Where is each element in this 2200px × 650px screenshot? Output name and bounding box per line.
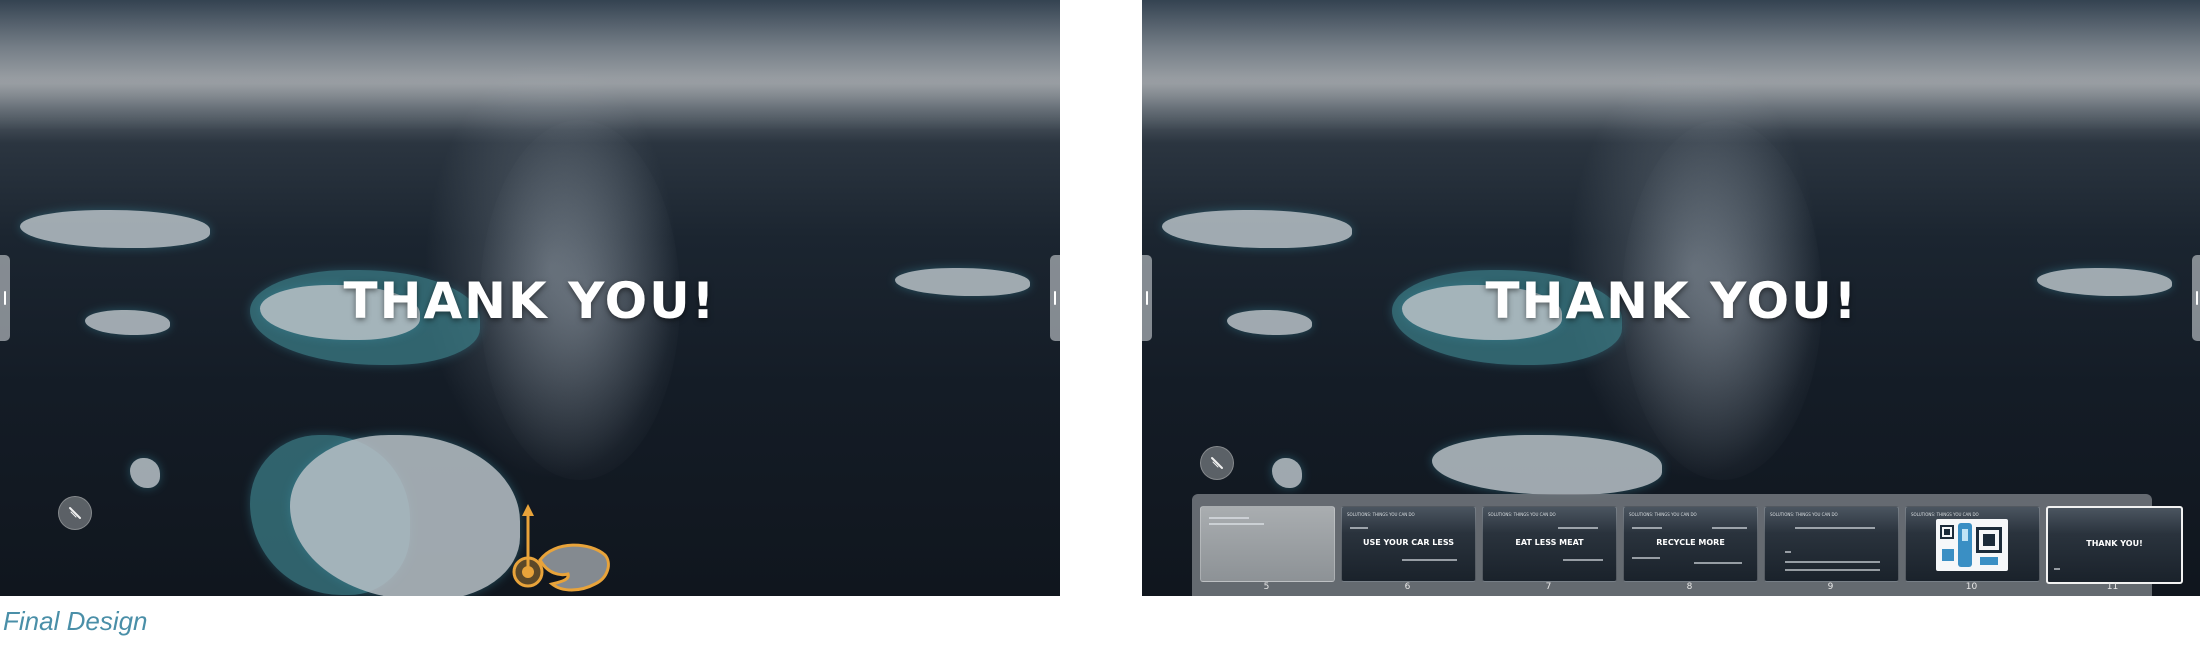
thumbnail-title: USE YOUR CAR LESS — [1363, 538, 1454, 547]
iceberg — [1432, 435, 1662, 495]
slide-number: 6 — [1404, 582, 1411, 592]
thumbnail-title: RECYCLE MORE — [1656, 538, 1725, 547]
left-side-handle[interactable] — [0, 255, 10, 341]
pen-tool-button[interactable] — [1200, 446, 1234, 480]
pencil-icon — [69, 507, 81, 519]
figure-caption: Final Design — [3, 606, 148, 636]
slide-title: THANK YOU! — [343, 272, 717, 330]
swipe-up-hand-icon — [512, 504, 610, 592]
thumbnail-text-line — [1563, 559, 1603, 561]
slide-thumbnail[interactable] — [1200, 506, 1335, 582]
thumbnail-text-line — [1712, 527, 1747, 529]
right-side-handle[interactable] — [2192, 255, 2200, 341]
thumbnail-text-line — [1795, 527, 1875, 529]
thumbnail-text-line — [1785, 551, 1791, 553]
sky-fog — [1142, 0, 2200, 130]
slide-number: 7 — [1545, 582, 1552, 592]
slide-thumbnail[interactable]: SOLUTIONS: THINGS YOU CAN DO RECYCLE MOR… — [1623, 506, 1758, 582]
slide-thumbnail-tray: 5 SOLUTIONS: THINGS YOU CAN DO USE YOUR … — [1192, 494, 2183, 596]
slide-number: 5 — [1263, 582, 1270, 592]
thumbnail-header: SOLUTIONS: THINGS YOU CAN DO — [1629, 512, 1697, 517]
slide-number: 10 — [1965, 582, 1978, 592]
presentation-screen-right: THANK YOU! 5 SOLUTIONS: THINGS YOU CAN D… — [1142, 0, 2200, 596]
thumbnail-text-line — [1785, 561, 1880, 563]
pen-tool-button[interactable] — [58, 496, 92, 530]
thumbnail-text-line — [1632, 557, 1660, 559]
slide-number: 9 — [1827, 582, 1834, 592]
slide-thumbnail-selected[interactable]: THANK YOU! — [2046, 506, 2183, 584]
slide-thumbnail[interactable]: SOLUTIONS: THINGS YOU CAN DO EAT LESS ME… — [1482, 506, 1617, 582]
ice-floe — [1162, 210, 1352, 248]
slide-thumbnail[interactable]: SOLUTIONS: THINGS YOU CAN DO — [1905, 506, 2040, 582]
thumbnail-text-line — [1632, 527, 1662, 529]
thumbnail-header: SOLUTIONS: THINGS YOU CAN DO — [1911, 512, 1979, 517]
thumbnail-text-line — [1209, 517, 1249, 519]
thumbnail-text-line — [1694, 562, 1742, 564]
pencil-icon — [1211, 457, 1223, 469]
left-side-handle[interactable] — [1142, 255, 1152, 341]
ice-floe — [20, 210, 210, 248]
thumbnail-header: SOLUTIONS: THINGS YOU CAN DO — [1488, 512, 1556, 517]
presentation-screen-left: THANK YOU! — [0, 0, 1060, 596]
thumbnail-text-line — [1209, 523, 1264, 525]
right-side-handle[interactable] — [1050, 255, 1060, 341]
slide-number: 8 — [1686, 582, 1693, 592]
slide-title: THANK YOU! — [1485, 272, 1859, 330]
slide-thumbnail[interactable]: SOLUTIONS: THINGS YOU CAN DO USE YOUR CA… — [1341, 506, 1476, 582]
thumbnail-text-line — [2054, 568, 2060, 570]
recycling-poster-image — [1936, 519, 2008, 571]
ice-floe — [1272, 458, 1302, 488]
thumbnail-text-line — [1785, 569, 1880, 571]
thumbnail-title: EAT LESS MEAT — [1515, 538, 1584, 547]
thumbnail-text-line — [1558, 527, 1598, 529]
thumbnail-text-line — [1402, 559, 1457, 561]
ice-floe — [130, 458, 160, 488]
slide-thumbnail[interactable]: SOLUTIONS: THINGS YOU CAN DO — [1764, 506, 1899, 582]
thumbnail-title: THANK YOU! — [2086, 539, 2143, 548]
sky-fog — [0, 0, 1060, 130]
thumbnail-text-line — [1350, 527, 1368, 529]
thumbnail-header: SOLUTIONS: THINGS YOU CAN DO — [1770, 512, 1838, 517]
slide-number: 11 — [2106, 582, 2119, 592]
thumbnail-header: SOLUTIONS: THINGS YOU CAN DO — [1347, 512, 1415, 517]
